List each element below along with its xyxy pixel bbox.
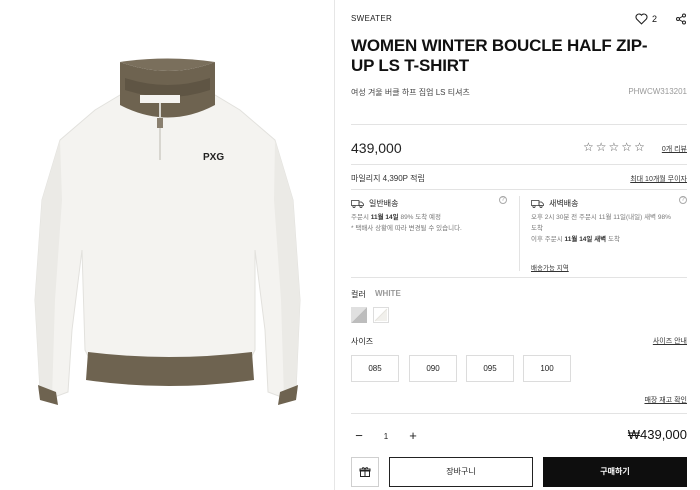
review-count-link[interactable]: 0개 리뷰: [662, 144, 687, 154]
delivery-text: 주문시: [351, 214, 369, 221]
product-subtitle: 여성 겨울 버클 하프 집업 LS 티셔츠: [351, 88, 470, 97]
star-icon: ☆: [583, 140, 594, 154]
add-to-cart-button[interactable]: 장바구니: [389, 457, 533, 487]
store-stock-link[interactable]: 매장 재고 확인: [644, 395, 687, 405]
size-label: 사이즈: [351, 337, 374, 346]
like-count: 2: [651, 14, 657, 24]
star-icon: ☆: [634, 140, 645, 154]
product-category: SWEATER: [351, 14, 393, 23]
share-icon[interactable]: [675, 13, 687, 25]
size-option-090[interactable]: 090: [409, 355, 457, 382]
standard-delivery-title: 일반배송: [351, 198, 511, 209]
delivery-date: 11월 14일 새벽: [564, 236, 607, 243]
delivery-text: 도착: [607, 236, 620, 243]
divider: [351, 413, 687, 414]
gift-button[interactable]: [351, 457, 379, 487]
selected-color: WHITE: [375, 289, 401, 298]
dawn-delivery-label: 새벽배송: [549, 199, 579, 208]
star-icon: ☆: [608, 140, 620, 154]
installment-link[interactable]: 최대 10개월 무이자: [630, 174, 687, 184]
heart-icon: [635, 13, 648, 25]
size-option-095[interactable]: 095: [466, 355, 514, 382]
quantity-decrease-button[interactable]: −: [351, 429, 367, 443]
product-image: PXG: [0, 0, 335, 490]
size-guide-link[interactable]: 사이즈 안내: [653, 336, 687, 346]
dawn-delivery-title: 새벽배송: [531, 198, 687, 209]
standard-delivery-info: 주문시 11월 14일 89% 도착 예정 * 택배사 상황에 따라 변경될 수…: [351, 212, 511, 234]
gift-icon: [359, 467, 371, 477]
product-info-panel: SWEATER 2 WOMEN WINTER BOUCLE HALF ZIP-U…: [351, 0, 687, 490]
divider: [519, 196, 520, 271]
buy-now-button[interactable]: 구매하기: [543, 457, 687, 487]
like-button[interactable]: 2: [635, 13, 657, 25]
color-swatch-white[interactable]: [373, 307, 389, 323]
dawn-delivery-info: 오후 2시 30분 전 주문시 11월 11일(내일) 새벽 98% 도착 이후…: [531, 212, 687, 245]
color-label: 컬러: [351, 290, 366, 299]
delivery-text: 오후 2시 30분 전 주문시 11월 11일(내일) 새벽 98%: [531, 214, 671, 221]
standard-delivery-label: 일반배송: [369, 199, 399, 208]
delivery-text: 89% 도착 예정: [400, 214, 441, 221]
delivery-region-link[interactable]: 배송가능 지역: [531, 262, 569, 272]
quantity-stepper: − 1 +: [351, 428, 421, 444]
total-price: ₩439,000: [627, 427, 687, 442]
star-icon: ☆: [595, 140, 607, 154]
color-swatch-gray[interactable]: [351, 307, 367, 323]
quantity-increase-button[interactable]: +: [405, 429, 421, 443]
mileage-text: 마일리지 4,390P 적립: [351, 174, 425, 183]
product-price: 439,000: [351, 140, 402, 156]
sweater-illustration: PXG: [34, 58, 301, 405]
truck-icon: [351, 199, 364, 208]
product-code: PHWCW313201: [628, 87, 687, 96]
help-icon[interactable]: ?: [679, 196, 687, 204]
rating-stars: ☆ ☆ ☆ ☆ ☆: [583, 140, 645, 154]
standard-delivery: 일반배송 주문시 11월 14일 89% 도착 예정 * 택배사 상황에 따라 …: [351, 190, 511, 275]
dawn-truck-icon: [531, 199, 544, 208]
star-icon: ☆: [621, 140, 633, 154]
divider: [351, 277, 687, 278]
delivery-date: 11월 14일: [370, 214, 399, 221]
delivery-note: * 택배사 상황에 따라 변경될 수 있습니다.: [351, 225, 462, 232]
size-option-085[interactable]: 085: [351, 355, 399, 382]
pxg-logo: PXG: [203, 152, 224, 163]
divider: [351, 164, 687, 165]
delivery-text: 이후 주문시: [531, 236, 563, 243]
divider: [351, 124, 687, 125]
quantity-value[interactable]: 1: [384, 432, 388, 441]
help-icon[interactable]: ?: [499, 196, 507, 204]
delivery-text: 도착: [531, 225, 543, 232]
size-option-100[interactable]: 100: [523, 355, 571, 382]
product-title: WOMEN WINTER BOUCLE HALF ZIP-UP LS T-SHI…: [351, 36, 648, 75]
